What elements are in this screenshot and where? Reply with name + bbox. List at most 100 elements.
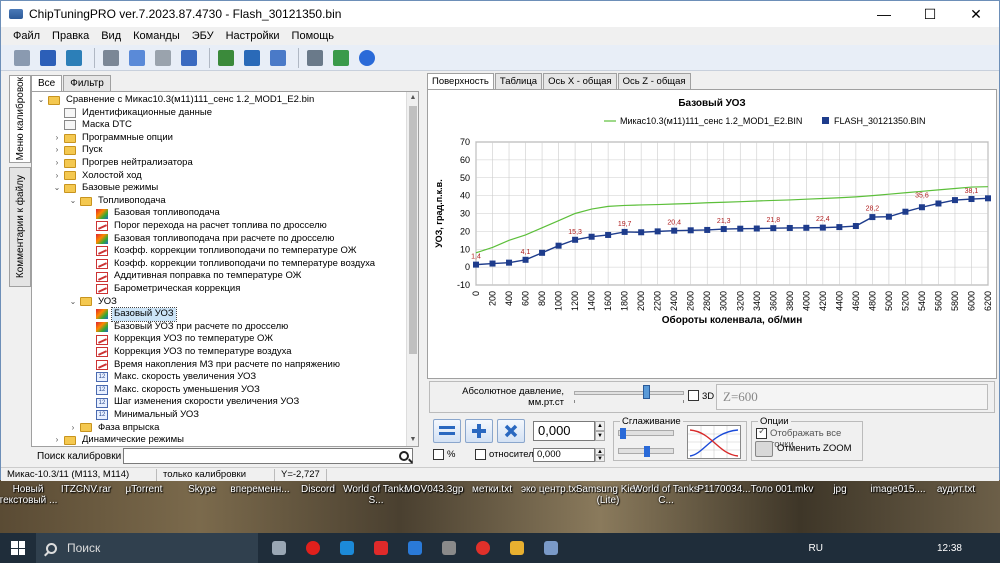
menu-edit[interactable]: Правка [46,30,95,42]
menu-settings[interactable]: Настройки [220,30,286,42]
add-button[interactable] [465,419,493,443]
multiply-button[interactable] [497,419,525,443]
spin-up-icon[interactable]: ▲ [595,421,605,431]
tree-item[interactable]: Базовый УОЗ [84,307,177,322]
expand-toggle-icon[interactable]: › [52,434,62,446]
settings-task-button[interactable] [432,533,466,563]
relative-spin-up-icon[interactable]: ▲ [595,448,605,455]
compare-button[interactable] [215,47,237,69]
tree-item[interactable]: Базовая топливоподача [84,207,222,220]
percent-checkbox[interactable] [433,449,444,460]
tree-item[interactable]: 12 Шаг изменения скорости увеличения УОЗ [84,396,301,409]
title-bar[interactable]: ChipTuningPRO ver.7.2023.87.4730 - Flash… [1,1,999,27]
pressure-slider-thumb[interactable] [642,385,650,399]
close-button[interactable]: ✕ [953,1,999,27]
smoothing-thumb-2[interactable] [644,446,650,457]
tab-table[interactable]: Таблица [494,73,543,89]
expand-toggle-icon[interactable]: › [52,170,62,183]
menu-help[interactable]: Помощь [286,30,341,42]
scroll-thumb[interactable] [409,106,417,354]
tree-item[interactable]: Базовая топливоподача при расчете по дро… [84,233,336,246]
expand-toggle-icon[interactable]: › [68,422,78,435]
tab-axis-x[interactable]: Ось X - общая [543,73,617,89]
tree-item[interactable]: › Динамические режимы [52,434,186,446]
scroll-down-icon[interactable]: ▼ [407,434,418,446]
tab-file-comments[interactable]: Комментарии к файлу [9,167,31,287]
tree-scrollbar[interactable]: ▲ ▼ [406,92,418,446]
tree-item[interactable]: Время накопления МЗ при расчете по напря… [84,359,342,372]
ecu-button[interactable] [330,47,352,69]
tree-item[interactable]: › Прогрев нейтралиэатора [52,157,195,170]
save-as-button[interactable] [63,47,85,69]
tools-button[interactable] [304,47,326,69]
tab-axis-z[interactable]: Ось Z - общая [617,73,691,89]
tree-item[interactable]: › Пуск [52,144,104,157]
tab-filter[interactable]: Фильтр [63,75,111,91]
undo-button[interactable] [178,47,200,69]
menu-commands[interactable]: Команды [127,30,186,42]
task-view-task-button[interactable] [262,533,296,563]
edge-task-button[interactable] [330,533,364,563]
save-button[interactable] [37,47,59,69]
expand-toggle-icon[interactable]: ⌄ [36,94,46,107]
tree-item[interactable]: Идентификационные данные [52,107,214,120]
expand-toggle-icon[interactable]: › [52,144,62,157]
tree-item[interactable]: Коэфф. коррекции топливоподачи по темпер… [84,258,377,271]
tree-item[interactable]: Коэфф. коррекции топливоподачи по темпер… [84,245,358,258]
tab-all[interactable]: Все [31,75,63,91]
relative-checkbox[interactable] [475,449,486,460]
find-button[interactable] [267,47,289,69]
relative-value-input[interactable]: 0,000 [533,448,595,462]
tree-item[interactable]: 12 Макс. скорость увеличения УОЗ [84,371,258,384]
tree-item[interactable]: Порог перехода на расчет топлива по дрос… [84,220,329,233]
menu-view[interactable]: Вид [95,30,127,42]
expand-toggle-icon[interactable]: ⌄ [68,296,78,309]
clock[interactable]: 12:38 [937,543,962,554]
chiptuning-task-button[interactable] [534,533,568,563]
tree-item[interactable]: › Холостой ход [52,170,144,183]
tree-item[interactable]: Маска DTC [52,119,134,132]
show-all-points-checkbox[interactable] [756,426,767,439]
undo-zoom-icon[interactable] [755,441,773,457]
relative-spin-down-icon[interactable]: ▼ [595,455,605,462]
copy-button[interactable] [126,47,148,69]
3d-checkbox[interactable] [688,390,699,401]
maximize-button[interactable]: ☐ [907,1,953,27]
paste-button[interactable] [152,47,174,69]
value-input[interactable]: 0,000 [533,421,595,441]
print-button[interactable] [100,47,122,69]
explorer-task-button[interactable] [500,533,534,563]
checksum-button[interactable] [241,47,263,69]
yandex-task-button[interactable] [364,533,398,563]
tree-item[interactable]: ⌄ УОЗ [68,296,119,309]
tab-calibration-menu[interactable]: Меню калибровок [9,75,31,163]
set-equal-button[interactable] [433,419,461,443]
minimize-button[interactable]: — [861,1,907,27]
smoothing-thumb-1[interactable] [620,428,626,439]
start-button[interactable] [0,533,36,563]
tree-item[interactable]: Базовый УОЗ при расчете по дросселю [84,321,290,334]
undo-zoom-button[interactable]: Отменить ZOOM [777,443,852,454]
tab-surface[interactable]: Поверхность [427,73,494,89]
expand-toggle-icon[interactable]: ⌄ [68,195,78,208]
help-button[interactable] [356,47,378,69]
tree-item[interactable]: Барометрическая коррекция [84,283,242,296]
chart-area[interactable]: Базовый УОЗ Микас10.3(м11)111_сенс 1.2_MO… [427,89,997,379]
menu-file[interactable]: Файл [7,30,46,42]
open-button[interactable] [11,47,33,69]
expand-toggle-icon[interactable]: › [52,157,62,170]
tree-item[interactable]: Коррекция УОЗ по температуре ОЖ [84,333,275,346]
pressure-slider[interactable] [574,391,684,395]
tree-item[interactable]: ⌄ Сравнение с Микас10.3(м11)111_сенс 1.2_… [36,94,316,107]
tree-item[interactable]: ⌄ Базовые режимы [52,182,160,195]
expand-toggle-icon[interactable]: › [52,132,62,145]
uoz-chart[interactable]: Базовый УОЗ Микас10.3(м11)111_сенс 1.2_MO… [428,90,996,378]
search-icon[interactable] [399,451,409,461]
scroll-up-icon[interactable]: ▲ [407,92,418,104]
expand-toggle-icon[interactable]: ⌄ [52,182,62,195]
tree-item[interactable]: › Программные опции [52,132,175,145]
tree-item[interactable]: Аддитивная поправка по температуре ОЖ [84,270,303,283]
taskbar-search[interactable]: Поиск [36,533,258,563]
tree-item[interactable]: Коррекция УОЗ по температуре воздуха [84,346,294,359]
menu-ecu[interactable]: ЭБУ [186,30,220,42]
